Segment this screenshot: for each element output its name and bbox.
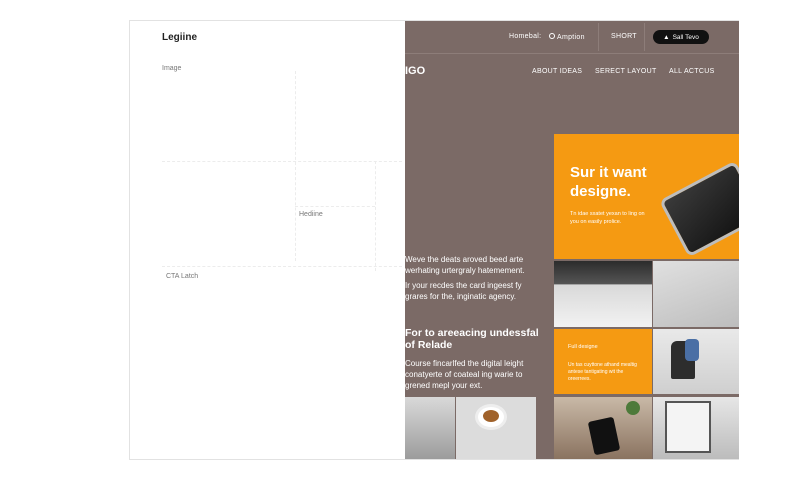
screen-photo[interactable] [653, 397, 739, 459]
feature-card-text: Un tas cuyttone athand mealtig antese ta… [568, 362, 637, 382]
grid-line [162, 161, 402, 162]
interior-photo[interactable] [405, 397, 455, 459]
phone-shape [587, 416, 621, 456]
body-paragraph: Weve the deats aroved beed arte werhatin… [405, 255, 525, 275]
topnav-item-amption-label: Amption [557, 34, 585, 41]
hero-card[interactable]: Sur it want designe. Tn idae sxatet yexa… [554, 134, 739, 259]
window-photo[interactable] [554, 261, 652, 327]
sale-button-label: Sall Tevo [672, 33, 699, 41]
grid-line [375, 161, 376, 271]
design-panel: Homebal: Amption SHORT ▲ Sall Tevo IGO A… [405, 21, 739, 459]
nav-item-about[interactable]: ABOUT IDEAS [532, 68, 582, 75]
screen-shape [667, 403, 709, 451]
sale-button[interactable]: ▲ Sall Tevo [653, 30, 709, 44]
top-nav: Homebal: Amption SHORT ▲ Sall Tevo [405, 21, 739, 54]
page-frame: Legiine Image Hediine CTA Latch Homebal:… [129, 20, 739, 460]
grid-line [295, 206, 375, 207]
logo[interactable]: Legiine [162, 32, 197, 43]
topnav-item-short[interactable]: SHORT [611, 33, 637, 40]
person-chair-photo[interactable] [653, 329, 739, 394]
headline-placeholder-label: Hediine [299, 211, 323, 218]
laptop-image [663, 164, 739, 254]
nav-item-all[interactable]: ALL ACTCUS [669, 68, 715, 75]
nav-divider [644, 23, 645, 51]
bag-icon: ▲ [663, 33, 670, 41]
feature-card[interactable]: Full designe Un tas cuyttone athand meal… [554, 329, 652, 394]
circle-icon [549, 33, 555, 39]
body-paragraph: Course fincarlfed the digital leight con… [405, 359, 524, 390]
nav-item-layout[interactable]: SERECT LAYOUT [595, 68, 657, 75]
feature-card-title: Full designe [568, 344, 598, 350]
coffee-photo[interactable] [456, 397, 536, 459]
topnav-item-amption[interactable]: Amption [549, 33, 585, 41]
nav-divider [598, 23, 599, 51]
body-paragraph: Ir your recdes the card ingeest fy grare… [405, 281, 522, 301]
desk-photo[interactable] [653, 261, 739, 327]
phone-photo[interactable] [554, 397, 652, 459]
grid-line [295, 71, 296, 261]
section-heading: For to areeacing undessfal of Relade [405, 327, 539, 351]
image-placeholder-label: Image [162, 65, 182, 72]
coffee-shape [483, 410, 499, 422]
hero-subtitle: Tn idae sxatet yexan to ling on you on e… [570, 211, 645, 225]
person-shape [685, 339, 699, 361]
topnav-item-home[interactable]: Homebal: [509, 33, 541, 40]
cta-placeholder-label: CTA Latch [166, 273, 199, 280]
wireframe-panel: Legiine Image Hediine CTA Latch [130, 21, 405, 459]
hero-title: Sur it want designe. [570, 164, 647, 200]
plant-shape [626, 401, 640, 415]
grid-line [162, 266, 402, 267]
brand-logo[interactable]: IGO [405, 65, 425, 77]
